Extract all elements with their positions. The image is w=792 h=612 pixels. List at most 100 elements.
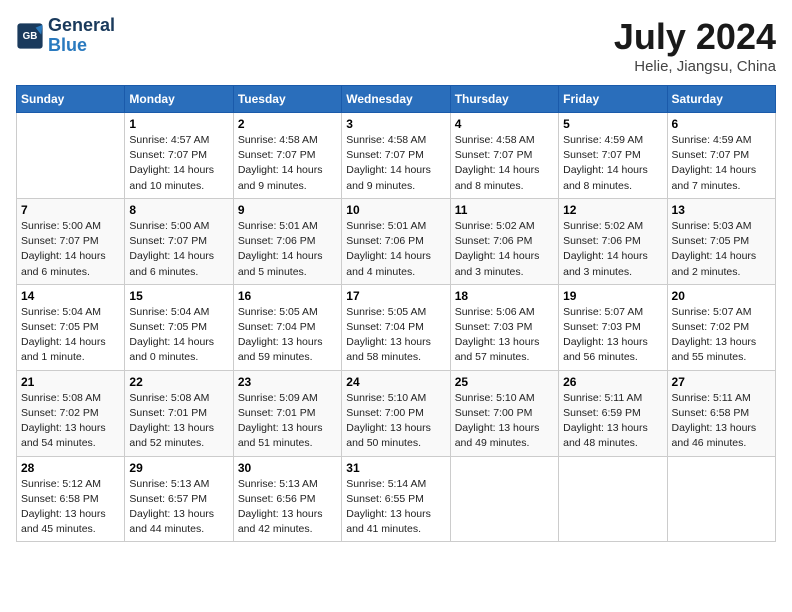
day-info: Sunrise: 5:06 AM Sunset: 7:03 PM Dayligh… [455,305,554,366]
sunset-label: Sunset: 6:59 PM [563,407,641,419]
daylight-label: Daylight: 13 hours and 50 minutes. [346,422,431,449]
sunrise-label: Sunrise: 5:08 AM [129,392,209,404]
day-info: Sunrise: 5:04 AM Sunset: 7:05 PM Dayligh… [129,305,228,366]
daylight-label: Daylight: 14 hours and 9 minutes. [238,164,323,191]
calendar-cell: 31 Sunrise: 5:14 AM Sunset: 6:55 PM Dayl… [342,456,450,542]
daylight-label: Daylight: 14 hours and 3 minutes. [563,250,648,277]
day-number: 17 [346,289,445,303]
sunrise-label: Sunrise: 4:58 AM [455,134,535,146]
daylight-label: Daylight: 13 hours and 49 minutes. [455,422,540,449]
calendar-cell: 15 Sunrise: 5:04 AM Sunset: 7:05 PM Dayl… [125,284,233,370]
daylight-label: Daylight: 14 hours and 8 minutes. [563,164,648,191]
sunset-label: Sunset: 7:01 PM [238,407,316,419]
page-title: July 2024 [614,16,776,58]
sunset-label: Sunset: 7:07 PM [672,149,750,161]
day-info: Sunrise: 4:57 AM Sunset: 7:07 PM Dayligh… [129,133,228,194]
sunrise-label: Sunrise: 5:03 AM [672,220,752,232]
weekday-header-wednesday: Wednesday [342,86,450,113]
day-info: Sunrise: 5:13 AM Sunset: 6:56 PM Dayligh… [238,477,337,538]
sunrise-label: Sunrise: 5:00 AM [129,220,209,232]
daylight-label: Daylight: 13 hours and 55 minutes. [672,336,757,363]
sunset-label: Sunset: 7:03 PM [563,321,641,333]
sunrise-label: Sunrise: 4:58 AM [238,134,318,146]
day-number: 5 [563,117,662,131]
day-info: Sunrise: 5:00 AM Sunset: 7:07 PM Dayligh… [21,219,120,280]
day-number: 20 [672,289,771,303]
sunset-label: Sunset: 6:56 PM [238,493,316,505]
sunset-label: Sunset: 7:07 PM [455,149,533,161]
day-number: 12 [563,203,662,217]
sunset-label: Sunset: 7:06 PM [346,235,424,247]
day-number: 28 [21,461,120,475]
sunrise-label: Sunrise: 5:08 AM [21,392,101,404]
calendar-cell: 23 Sunrise: 5:09 AM Sunset: 7:01 PM Dayl… [233,370,341,456]
calendar-cell: 30 Sunrise: 5:13 AM Sunset: 6:56 PM Dayl… [233,456,341,542]
calendar-cell: 19 Sunrise: 5:07 AM Sunset: 7:03 PM Dayl… [559,284,667,370]
day-info: Sunrise: 5:02 AM Sunset: 7:06 PM Dayligh… [563,219,662,280]
calendar-cell: 5 Sunrise: 4:59 AM Sunset: 7:07 PM Dayli… [559,113,667,199]
sunset-label: Sunset: 6:57 PM [129,493,207,505]
day-info: Sunrise: 5:00 AM Sunset: 7:07 PM Dayligh… [129,219,228,280]
calendar-cell: 3 Sunrise: 4:58 AM Sunset: 7:07 PM Dayli… [342,113,450,199]
week-row-4: 21 Sunrise: 5:08 AM Sunset: 7:02 PM Dayl… [17,370,776,456]
daylight-label: Daylight: 13 hours and 51 minutes. [238,422,323,449]
sunrise-label: Sunrise: 5:10 AM [455,392,535,404]
calendar-cell: 9 Sunrise: 5:01 AM Sunset: 7:06 PM Dayli… [233,198,341,284]
daylight-label: Daylight: 14 hours and 1 minute. [21,336,106,363]
day-number: 19 [563,289,662,303]
day-number: 23 [238,375,337,389]
sunrise-label: Sunrise: 4:59 AM [672,134,752,146]
sunrise-label: Sunrise: 5:05 AM [346,306,426,318]
sunset-label: Sunset: 7:04 PM [346,321,424,333]
sunset-label: Sunset: 7:00 PM [455,407,533,419]
day-number: 1 [129,117,228,131]
sunrise-label: Sunrise: 5:13 AM [238,478,318,490]
day-number: 24 [346,375,445,389]
logo: GB General Blue [16,16,115,56]
day-number: 14 [21,289,120,303]
sunrise-label: Sunrise: 4:58 AM [346,134,426,146]
week-row-1: 1 Sunrise: 4:57 AM Sunset: 7:07 PM Dayli… [17,113,776,199]
calendar-cell: 14 Sunrise: 5:04 AM Sunset: 7:05 PM Dayl… [17,284,125,370]
logo-text: General Blue [48,16,115,56]
sunset-label: Sunset: 7:02 PM [672,321,750,333]
calendar-cell: 28 Sunrise: 5:12 AM Sunset: 6:58 PM Dayl… [17,456,125,542]
sunset-label: Sunset: 7:06 PM [455,235,533,247]
day-info: Sunrise: 5:07 AM Sunset: 7:02 PM Dayligh… [672,305,771,366]
sunset-label: Sunset: 7:06 PM [238,235,316,247]
day-number: 29 [129,461,228,475]
calendar-table: SundayMondayTuesdayWednesdayThursdayFrid… [16,85,776,542]
daylight-label: Daylight: 13 hours and 46 minutes. [672,422,757,449]
day-info: Sunrise: 5:01 AM Sunset: 7:06 PM Dayligh… [346,219,445,280]
daylight-label: Daylight: 13 hours and 45 minutes. [21,508,106,535]
daylight-label: Daylight: 14 hours and 8 minutes. [455,164,540,191]
page-header: GB General Blue July 2024 Helie, Jiangsu… [16,16,776,75]
calendar-cell: 12 Sunrise: 5:02 AM Sunset: 7:06 PM Dayl… [559,198,667,284]
day-number: 2 [238,117,337,131]
sunrise-label: Sunrise: 5:02 AM [563,220,643,232]
calendar-cell: 13 Sunrise: 5:03 AM Sunset: 7:05 PM Dayl… [667,198,775,284]
day-number: 21 [21,375,120,389]
sunset-label: Sunset: 7:05 PM [21,321,99,333]
sunset-label: Sunset: 7:07 PM [21,235,99,247]
weekday-header-monday: Monday [125,86,233,113]
sunrise-label: Sunrise: 5:00 AM [21,220,101,232]
day-number: 9 [238,203,337,217]
sunset-label: Sunset: 7:07 PM [129,149,207,161]
day-info: Sunrise: 5:11 AM Sunset: 6:59 PM Dayligh… [563,391,662,452]
svg-text:GB: GB [23,31,38,42]
day-number: 15 [129,289,228,303]
calendar-cell: 17 Sunrise: 5:05 AM Sunset: 7:04 PM Dayl… [342,284,450,370]
sunrise-label: Sunrise: 4:59 AM [563,134,643,146]
day-info: Sunrise: 4:58 AM Sunset: 7:07 PM Dayligh… [455,133,554,194]
logo-icon: GB [16,22,44,50]
sunrise-label: Sunrise: 5:07 AM [563,306,643,318]
daylight-label: Daylight: 14 hours and 5 minutes. [238,250,323,277]
sunset-label: Sunset: 7:04 PM [238,321,316,333]
day-info: Sunrise: 5:08 AM Sunset: 7:01 PM Dayligh… [129,391,228,452]
calendar-cell: 10 Sunrise: 5:01 AM Sunset: 7:06 PM Dayl… [342,198,450,284]
calendar-cell: 22 Sunrise: 5:08 AM Sunset: 7:01 PM Dayl… [125,370,233,456]
daylight-label: Daylight: 14 hours and 6 minutes. [21,250,106,277]
daylight-label: Daylight: 13 hours and 41 minutes. [346,508,431,535]
page-subtitle: Helie, Jiangsu, China [614,58,776,75]
